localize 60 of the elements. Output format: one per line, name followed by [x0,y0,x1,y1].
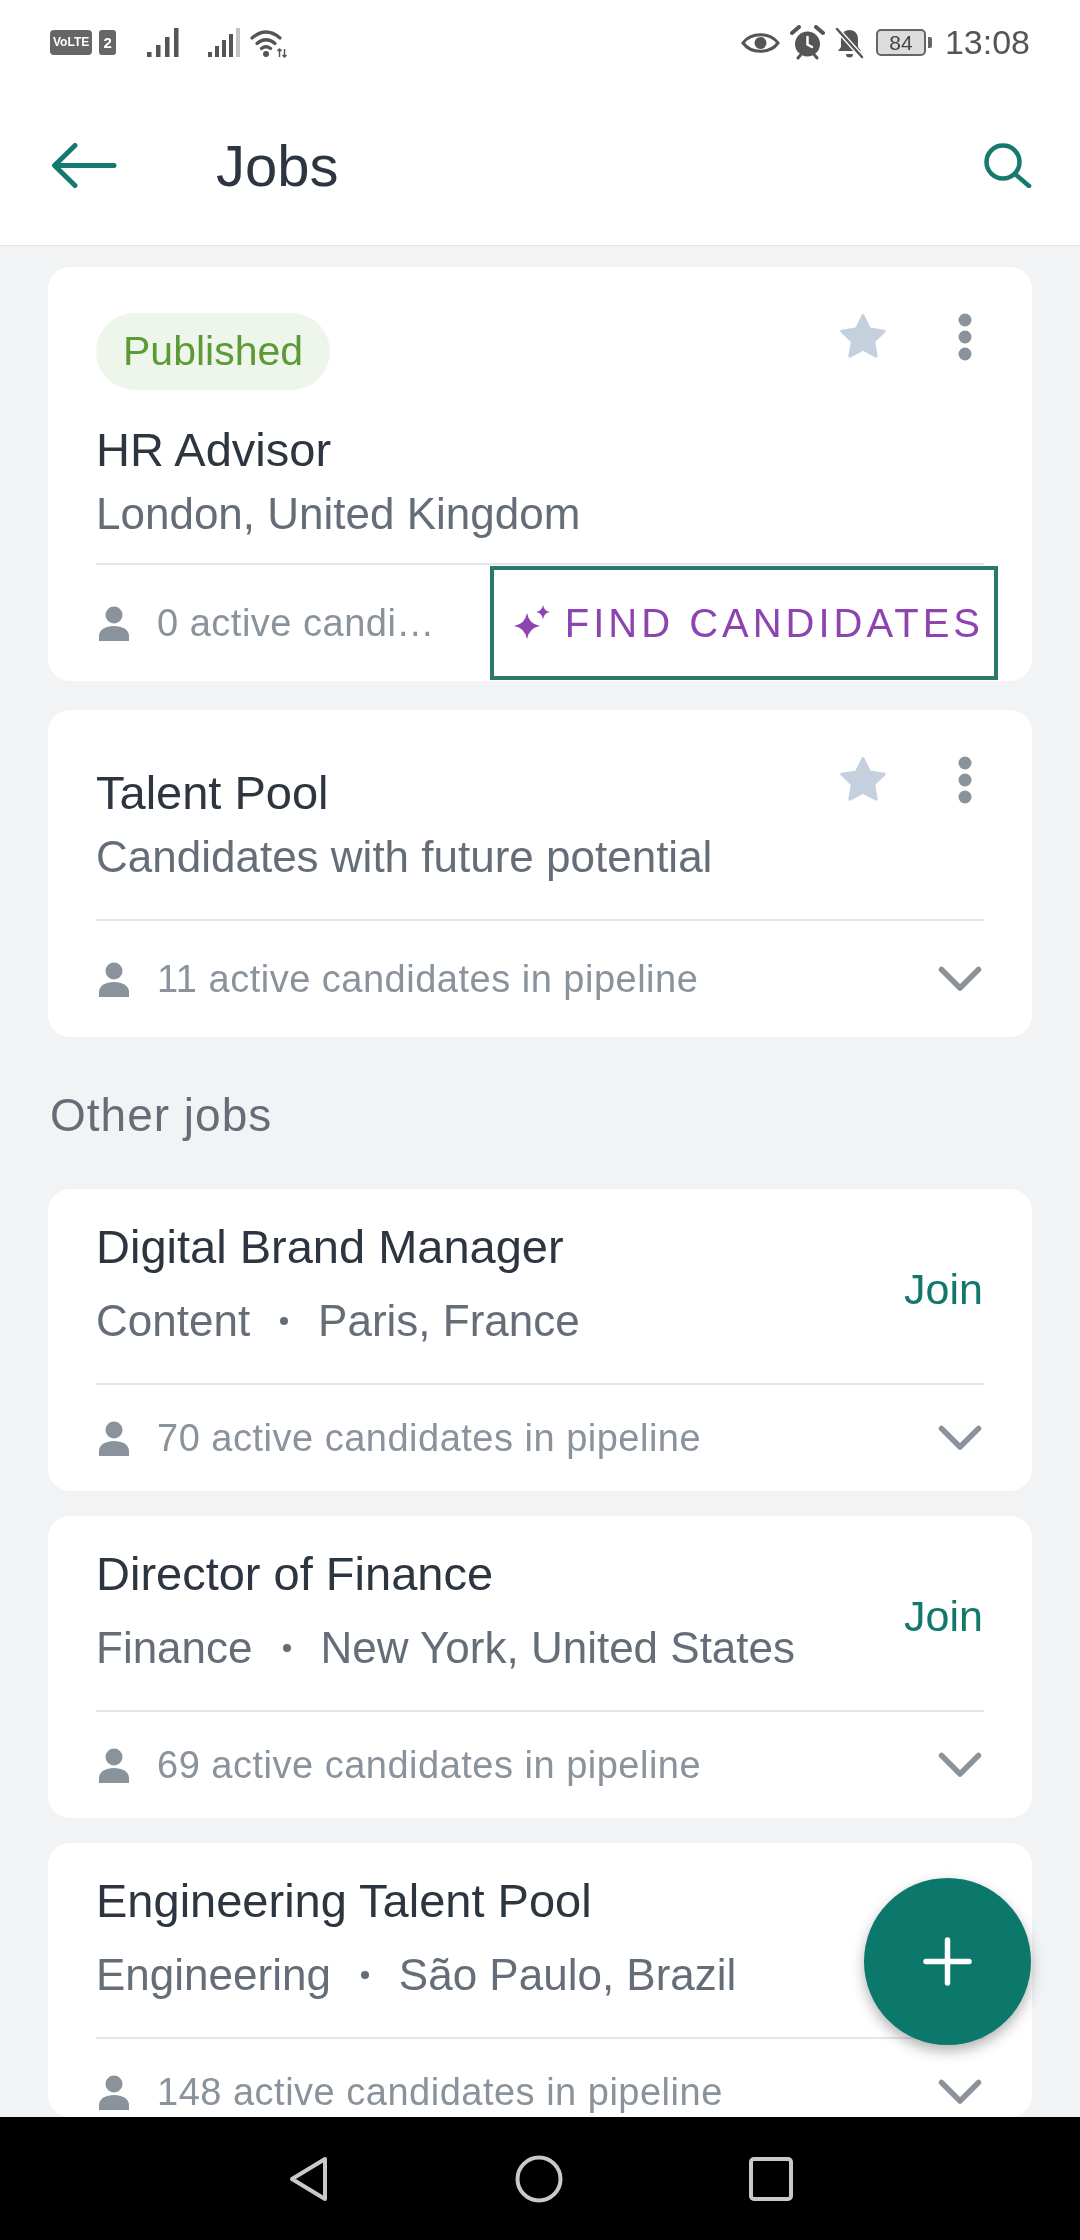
signal-icon [147,28,180,57]
job-subtitle: London, United Kingdom [96,488,582,540]
status-badge: Published [96,313,331,390]
search-icon[interactable] [983,142,1032,188]
job-card[interactable]: Talent Pool Candidates with future potential 11 active candidates in pipeline [48,710,1032,1037]
back-arrow-icon[interactable] [50,141,117,189]
back-nav-icon[interactable] [287,2154,329,2203]
alarm-clock-icon [789,25,825,60]
chevron-down-icon[interactable] [938,1425,982,1451]
candidate-count: 69 active candidates in pipeline [157,1746,702,1784]
job-department: Content [96,1295,251,1347]
status-time: 13:08 [944,23,1030,62]
person-icon [98,1747,130,1783]
job-subtitle: Candidates with future potential [96,831,714,883]
network-badge: VoLTE [50,30,93,55]
more-options-icon[interactable] [958,756,972,804]
chevron-down-icon[interactable] [938,966,982,992]
job-card[interactable]: Director of Finance Finance New York, United States Join 69 active candidates in pipeline [48,1516,1032,1818]
star-icon[interactable] [838,313,888,360]
signal-icon [208,28,241,57]
job-card[interactable]: Engineering Talent Pool Engineering São Paulo, Brazil 148 active candidates in pipeline [48,1843,1032,2117]
candidate-count: 0 active candi… [157,604,435,642]
job-location: Paris, France [318,1295,580,1347]
job-location: New York, United States [320,1622,796,1674]
job-department: Engineering [96,1949,331,2001]
separator-dot-icon [360,1971,369,1979]
bell-off-icon [834,26,864,59]
job-title: Digital Brand Manager [96,1219,565,1275]
job-title: Talent Pool [96,765,330,821]
section-heading: Other jobs [50,1088,274,1143]
home-nav-icon[interactable] [514,2154,563,2203]
battery-indicator: 84 [875,29,932,56]
candidate-count: 11 active candidates in pipeline [157,960,699,998]
chevron-down-icon[interactable] [938,1752,982,1778]
job-title: Director of Finance [96,1546,495,1602]
candidate-count: 148 active candidates in pipeline [157,2073,723,2111]
star-icon[interactable] [838,756,888,803]
plus-icon [923,1937,972,1986]
wifi-icon [250,27,288,58]
find-candidates-button[interactable]: FIND CANDIDATES [489,566,998,680]
person-icon [98,605,130,641]
recents-nav-icon[interactable] [748,2156,793,2201]
separator-dot-icon [280,1317,289,1325]
job-title: Engineering Talent Pool [96,1873,593,1929]
join-button[interactable]: Join [904,1264,983,1316]
person-icon [98,2074,130,2110]
job-title: HR Advisor [96,422,333,478]
person-icon [98,961,130,997]
sim-badge: 2 [99,30,117,55]
person-icon [98,1420,130,1456]
job-card[interactable]: Published HR Advisor London, United Kingdom 0 active candi… FIND CANDIDATES [48,267,1032,681]
more-options-icon[interactable] [958,313,972,361]
separator-dot-icon [282,1644,291,1652]
page-title: Jobs [216,131,339,199]
job-card[interactable]: Digital Brand Manager Content Paris, France Join 70 active candidates in pipeline [48,1189,1032,1491]
job-department: Finance [96,1622,253,1674]
job-location: São Paulo, Brazil [398,1949,737,2001]
join-button[interactable]: Join [904,1591,983,1643]
chevron-down-icon[interactable] [938,2079,982,2105]
candidate-count: 70 active candidates in pipeline [157,1419,702,1457]
